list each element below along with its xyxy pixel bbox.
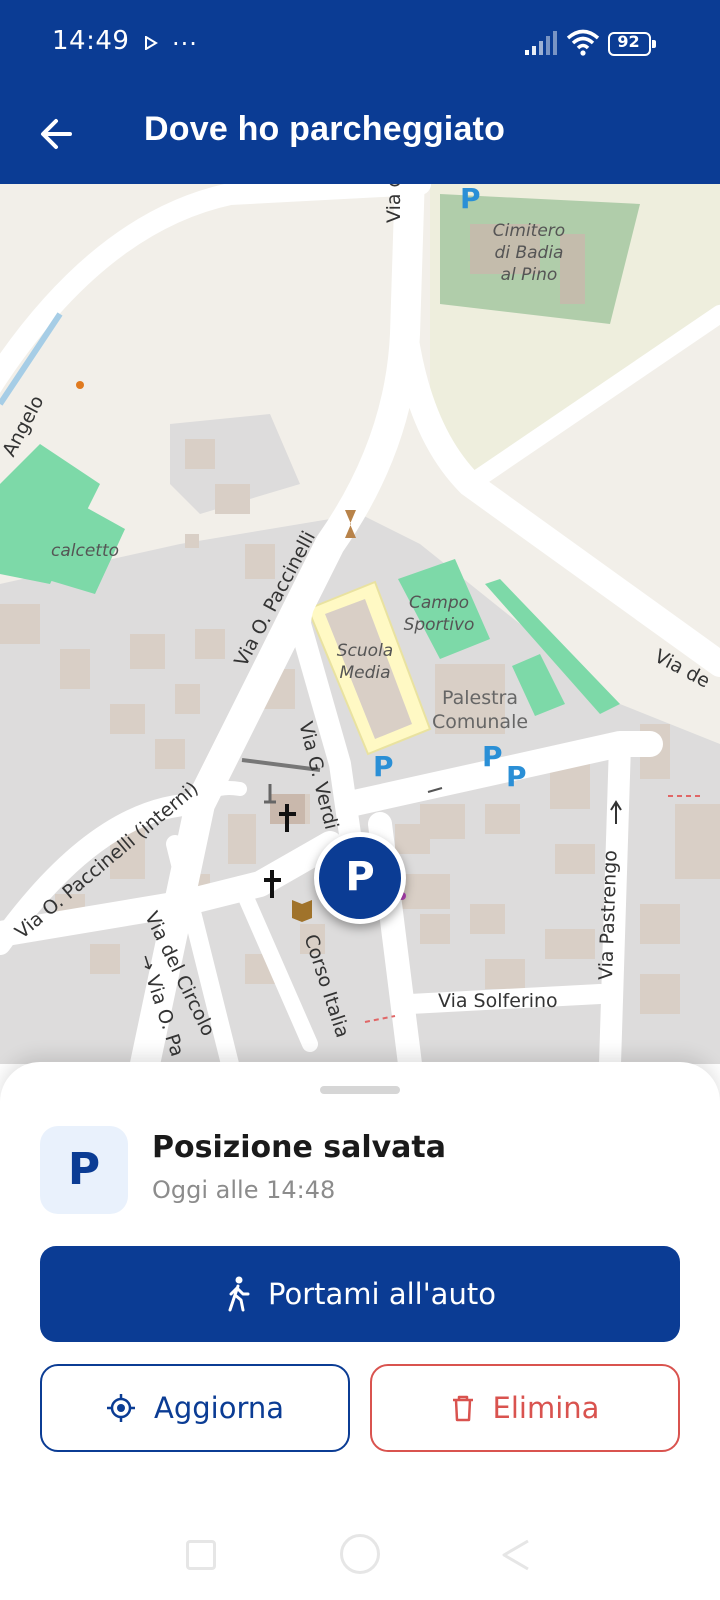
parking-icon: P: [40, 1126, 128, 1214]
parking-sign: P: [506, 760, 527, 793]
delete-position-button[interactable]: Elimina: [370, 1364, 680, 1452]
wifi-icon: [566, 29, 600, 56]
map-label-palestra: Palestra Comunale: [431, 687, 529, 733]
home-icon[interactable]: [340, 1534, 380, 1574]
trash-icon: [452, 1395, 473, 1422]
map-label-campo-sportivo: Campo Sportivo: [403, 593, 475, 635]
battery-level: 92: [617, 32, 640, 51]
street-label: Via Solferino: [438, 990, 558, 1012]
street-label: Via d: [383, 184, 405, 223]
street-label: Via Pastrengo: [595, 849, 622, 981]
map-label-calcetto: calcetto: [50, 541, 120, 561]
saved-position-title: Posizione salvata: [152, 1130, 447, 1165]
back-triangle-icon[interactable]: [500, 1538, 532, 1572]
saved-position-time: Oggi alle 14:48: [152, 1176, 336, 1204]
more-icon: ···: [172, 30, 198, 58]
parking-sign: P: [373, 750, 394, 783]
navigate-to-car-button[interactable]: Portami all'auto: [40, 1246, 680, 1342]
system-nav-bar: [0, 1500, 720, 1600]
app-bar: Dove ho parcheggiato: [0, 88, 720, 184]
map-view[interactable]: P P P P Cimitero di Badia al Pino calcet…: [0, 184, 720, 1064]
recent-apps-icon[interactable]: [186, 1540, 216, 1570]
status-bar: 14:49 ··· 92: [0, 0, 720, 88]
play-icon: [145, 36, 158, 50]
parked-car-marker[interactable]: P: [314, 832, 406, 924]
update-position-button[interactable]: Aggiorna: [40, 1364, 350, 1452]
update-position-label: Aggiorna: [153, 1391, 285, 1425]
map-label-cemetery: Cimitero di Badia al Pino: [492, 221, 566, 285]
sheet-drag-handle[interactable]: [320, 1086, 400, 1094]
location-target-icon: [106, 1394, 135, 1422]
signal-icon: [525, 31, 557, 55]
parking-sign: P: [482, 740, 503, 773]
status-time: 14:49: [52, 26, 130, 56]
navigate-to-car-label: Portami all'auto: [268, 1277, 496, 1311]
arrow-left-icon[interactable]: [30, 106, 86, 162]
walking-icon: [228, 1276, 250, 1312]
parking-sign: P: [460, 184, 481, 215]
delete-position-label: Elimina: [492, 1391, 600, 1425]
map-label-scuola-media: Scuola Media: [336, 641, 394, 683]
battery-icon: 92: [608, 32, 656, 56]
page-title: Dove ho parcheggiato: [144, 110, 506, 148]
